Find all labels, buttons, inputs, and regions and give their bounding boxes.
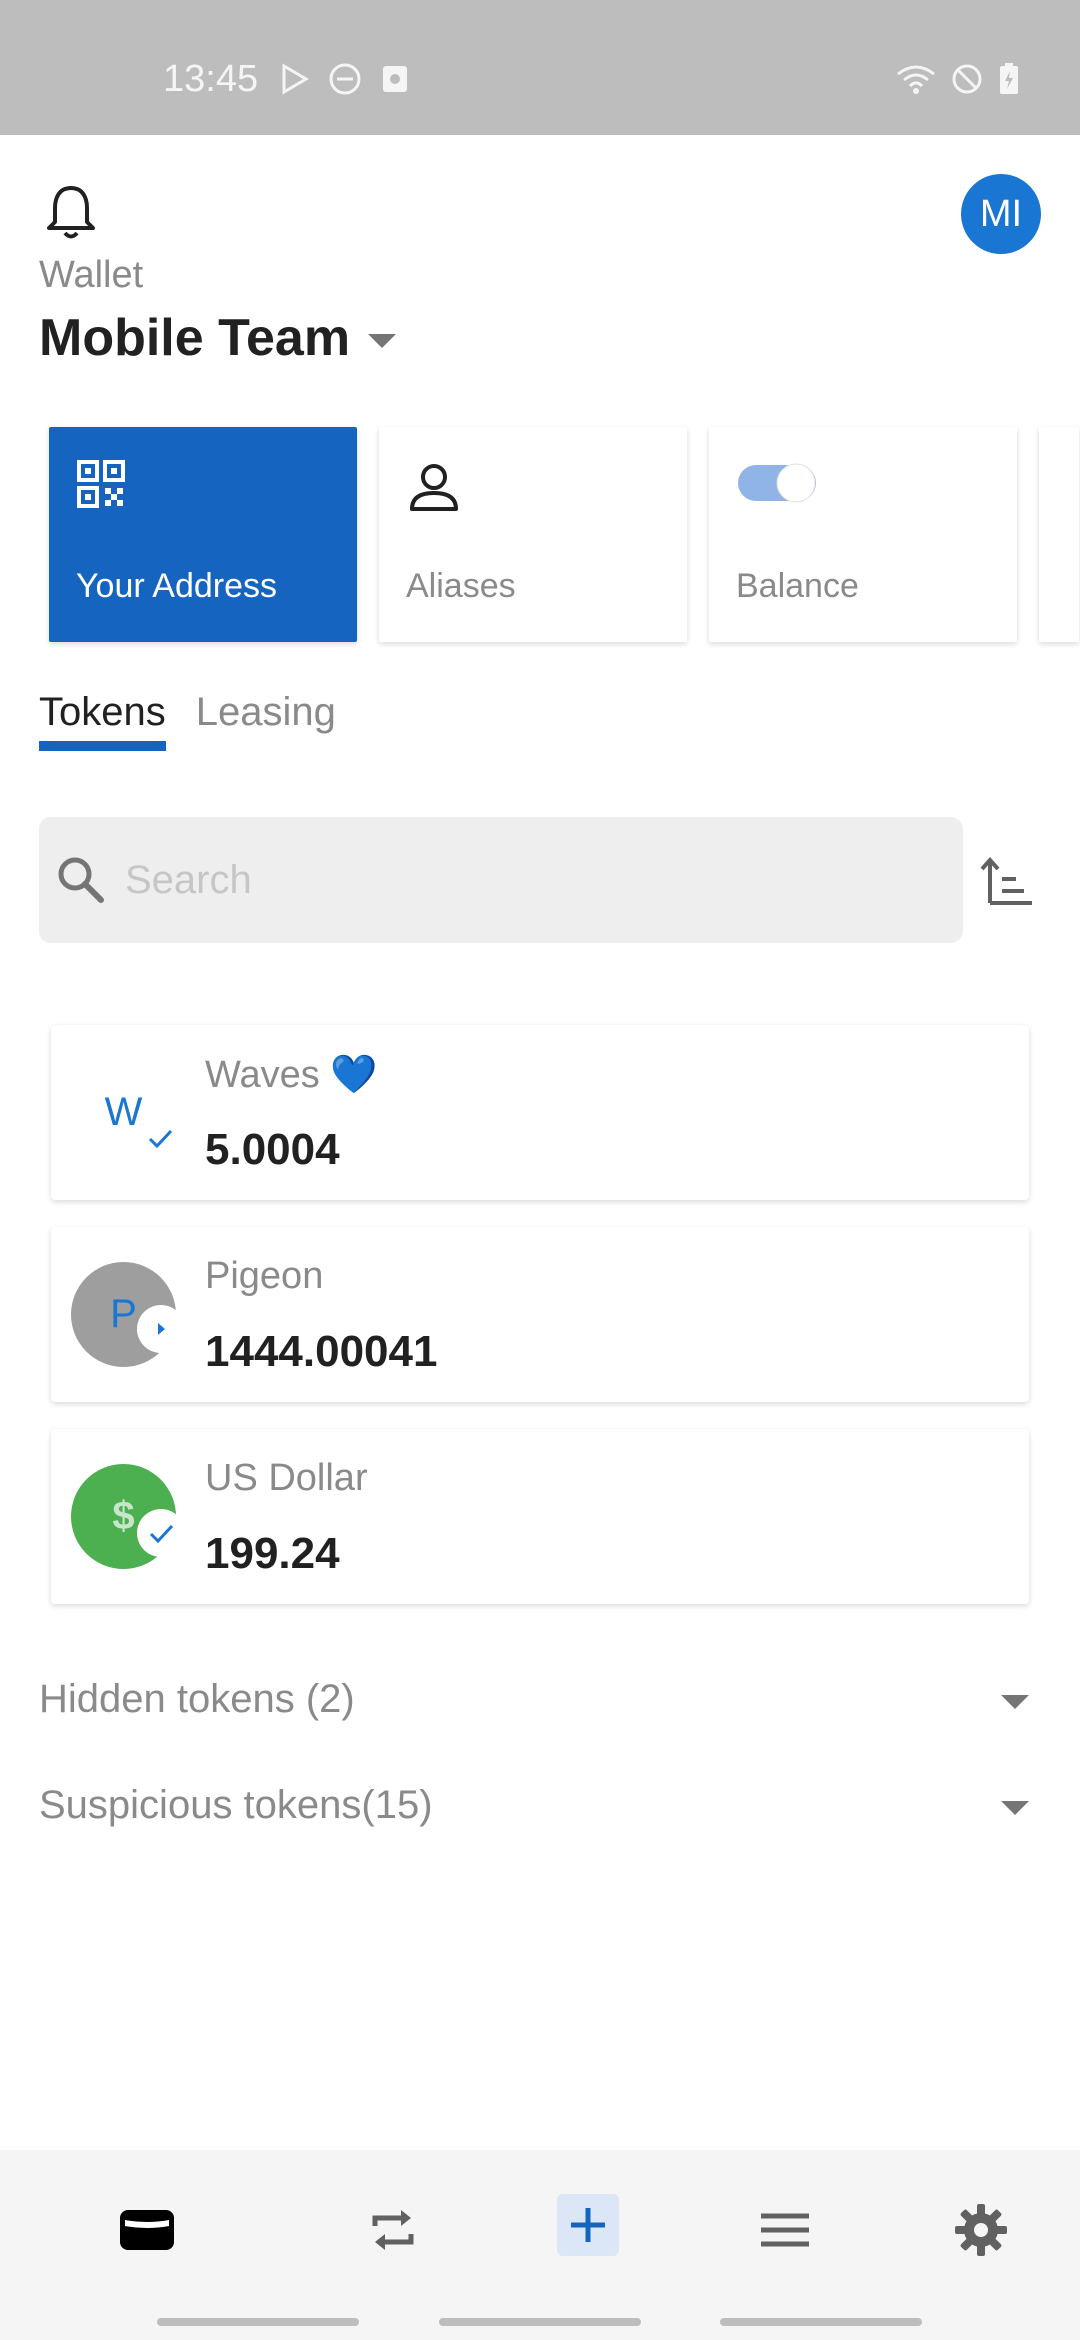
tab-leasing[interactable]: Leasing [196,690,336,751]
exchange-icon [372,2210,414,2250]
aliases-label: Aliases [406,567,516,605]
avatar[interactable]: MI [961,174,1041,254]
verified-badge [137,1509,185,1557]
nav-exchange[interactable] [358,2195,428,2265]
bottom-nav [0,2150,1080,2340]
action-card-partial[interactable] [1039,427,1079,642]
plus-icon [571,2208,605,2242]
nav-add[interactable] [557,2194,619,2256]
list-item[interactable]: W Waves 💙 5.0004 [51,1025,1029,1200]
search-input[interactable] [123,856,923,904]
hidden-tokens-toggle[interactable]: Hidden tokens (2) [39,1677,1039,1722]
balance-button[interactable]: Balance [709,427,1017,642]
chevron-down-icon [368,334,397,348]
your-address-label: Your Address [76,567,277,605]
play-store-icon [282,63,309,95]
wifi-icon [897,65,935,94]
search-bar [39,817,963,943]
suspicious-tokens-toggle[interactable]: Suspicious tokens(15) [39,1783,1039,1828]
hidden-tokens-label: Hidden tokens (2) [39,1677,355,1721]
token-logo-letter: P [110,1292,137,1336]
check-icon [149,1524,174,1544]
wallet-icon [120,2210,174,2250]
token-name: US Dollar [205,1457,368,1499]
token-name: Waves 💙 [205,1054,378,1096]
nav-settings[interactable] [946,2195,1016,2265]
aliases-button[interactable]: Aliases [379,427,687,642]
verified-badge [139,1117,181,1159]
gesture-bar [720,2318,922,2326]
toggle-icon [738,463,816,503]
qr-code-icon [77,460,125,508]
token-amount: 5.0004 [205,1125,340,1174]
token-amount: 199.24 [205,1529,340,1578]
token-amount: 1444.00041 [205,1327,438,1376]
settings-icon [955,2204,1007,2256]
nav-history[interactable] [750,2195,820,2265]
check-icon [148,1129,173,1149]
screen-record-icon [383,66,407,92]
balance-label: Balance [736,567,859,605]
suspicious-tokens-label: Suspicious tokens(15) [39,1783,433,1827]
token-logo-letter: $ [112,1494,135,1538]
status-bar: 13:45 [0,0,1080,135]
avatar-initials: MI [979,192,1023,235]
wallet-selector[interactable]: Mobile Team [39,308,397,368]
gesture-bar [157,2318,359,2326]
wallet-name: Mobile Team [39,309,351,367]
chevron-down-icon [1001,1801,1029,1815]
nav-wallet[interactable] [112,2195,182,2265]
person-icon [410,464,458,511]
status-time: 13:45 [163,58,259,100]
token-name: Pigeon [205,1255,324,1297]
tab-tokens[interactable]: Tokens [39,690,166,751]
list-item[interactable]: $ US Dollar 199.24 [51,1429,1029,1604]
asset-tabs: Tokens Leasing [39,690,336,751]
play-icon [158,1323,165,1335]
menu-icon [761,2213,809,2247]
sort-icon[interactable] [980,855,1036,911]
your-address-button[interactable]: Your Address [49,427,357,642]
token-logo-letter: W [104,1090,143,1134]
chevron-down-icon [1001,1695,1029,1709]
bell-icon[interactable] [38,180,104,246]
list-item[interactable]: P Pigeon 1444.00041 [51,1227,1029,1402]
search-icon [58,857,104,903]
blocked-icon [952,64,982,94]
status-badge [137,1305,185,1353]
do-not-disturb-icon [329,63,361,95]
gesture-bar [439,2318,641,2326]
wallet-label: Wallet [39,254,144,296]
battery-icon [1000,63,1018,94]
